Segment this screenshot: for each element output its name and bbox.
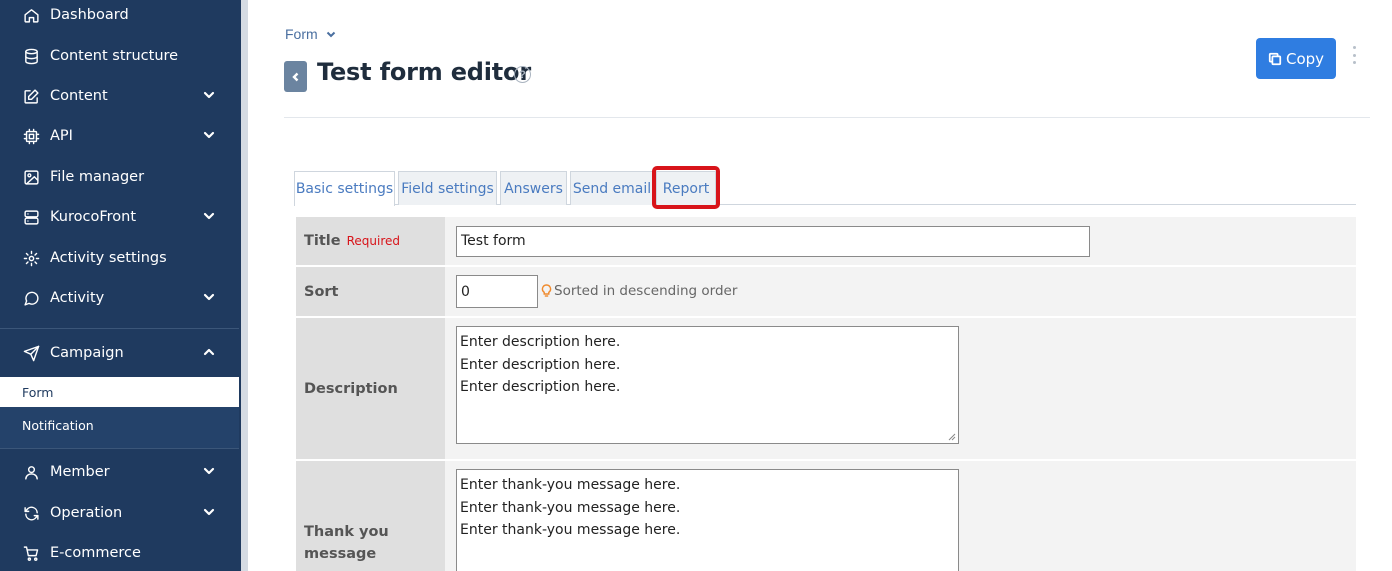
sidebar-item-activity[interactable]: Activity [0, 278, 239, 318]
sidebar-item-api[interactable]: API [0, 116, 239, 156]
description-field-label: Description [296, 318, 445, 459]
tab-report[interactable]: Report [656, 171, 716, 205]
sidebar-item-content[interactable]: Content [0, 76, 239, 116]
help-icon[interactable]: ? [514, 66, 531, 83]
sidebar-item-kurocofront[interactable]: KurocoFront [0, 197, 239, 237]
chevron-down-icon [203, 465, 215, 477]
sidebar-item-label: Content [50, 88, 108, 104]
form-row-title: Title Required Test form [296, 217, 1356, 265]
chevron-down-icon [203, 210, 215, 222]
title-field-label: Title Required [296, 217, 445, 265]
form-row-sort: Sort 0 Sorted in descending order [296, 267, 1356, 316]
copy-icon [1268, 52, 1282, 65]
chevron-down-icon [203, 129, 215, 141]
chevron-left-icon [291, 72, 298, 81]
header-divider [284, 117, 1370, 118]
sidebar-divider [0, 448, 239, 449]
tab-answers[interactable]: Answers [500, 171, 567, 205]
chevron-down-icon [203, 291, 215, 303]
sort-input[interactable]: 0 [456, 275, 538, 308]
description-textarea[interactable]: Enter description here. Enter descriptio… [456, 326, 959, 444]
sidebar-item-dashboard[interactable]: Dashboard [0, 0, 239, 35]
title-label-text: Title [304, 233, 341, 249]
database-icon [22, 47, 40, 65]
sidebar-item-activity-settings[interactable]: Activity settings [0, 238, 239, 278]
required-badge: Required [346, 234, 401, 248]
sidebar-item-label: Content structure [50, 48, 179, 64]
chevron-up-icon [203, 346, 215, 358]
lightbulb-icon [541, 284, 552, 297]
sidebar-divider [0, 328, 239, 329]
sidebar-item-label: Operation [50, 505, 123, 521]
edit-icon [22, 87, 40, 105]
sort-field-label: Sort [296, 267, 445, 316]
tab-basic-settings[interactable]: Basic settings [294, 171, 395, 206]
chevron-down-icon [203, 506, 215, 518]
user-icon [22, 463, 40, 481]
sidebar-item-label: Activity settings [50, 250, 167, 266]
form-row-description: Description Enter description here. Ente… [296, 318, 1356, 459]
tab-field-settings[interactable]: Field settings [398, 171, 497, 205]
sidebar-item-label: API [50, 128, 73, 144]
sidebar-item-label: Campaign [50, 345, 124, 361]
copy-button-label: Copy [1285, 49, 1325, 68]
back-button[interactable] [284, 61, 307, 92]
tab-send-email[interactable]: Send email [570, 171, 654, 205]
sidebar-item-member[interactable]: Member [0, 452, 239, 492]
home-icon [22, 6, 40, 24]
sidebar-subitem-notification[interactable]: Notification [0, 410, 239, 440]
sidebar-subitem-form[interactable]: Form [0, 377, 239, 407]
thank-you-textarea[interactable]: Enter thank-you message here. Enter than… [456, 469, 959, 571]
title-input[interactable]: Test form [456, 226, 1090, 257]
refresh-icon [22, 504, 40, 522]
chip-icon [22, 127, 40, 145]
image-icon [22, 168, 40, 186]
server-icon [22, 208, 40, 226]
chevron-down-icon [326, 31, 335, 38]
chat-icon [22, 289, 40, 307]
chevron-down-icon [203, 89, 215, 101]
send-icon [22, 344, 40, 362]
sidebar-item-ecommerce[interactable]: E-commerce [0, 533, 239, 571]
sidebar-item-label: File manager [50, 169, 145, 185]
sidebar-item-label: Activity [50, 290, 105, 306]
sidebar-item-label: Dashboard [50, 7, 129, 23]
sort-hint: Sorted in descending order [541, 283, 737, 299]
sidebar-item-content-structure[interactable]: Content structure [0, 36, 239, 76]
more-options-icon[interactable] [1350, 46, 1358, 64]
sidebar-item-label: Member [50, 464, 110, 480]
copy-button[interactable]: Copy [1256, 38, 1336, 79]
thank-you-field-label: Thank you message [296, 461, 445, 571]
breadcrumb[interactable]: Form [285, 26, 336, 42]
sidebar-scrollbar[interactable] [239, 0, 248, 571]
sidebar-item-campaign[interactable]: Campaign [0, 333, 239, 373]
gear-icon [22, 249, 40, 267]
sidebar-item-operation[interactable]: Operation [0, 493, 239, 533]
breadcrumb-label: Form [285, 26, 318, 42]
resize-handle-icon[interactable] [948, 433, 956, 441]
sort-hint-text: Sorted in descending order [554, 283, 738, 299]
sidebar-item-label: E-commerce [50, 545, 141, 561]
cart-icon [22, 544, 40, 562]
sidebar-item-label: KurocoFront [50, 209, 137, 225]
sidebar: Dashboard Content structure Content API … [0, 0, 239, 571]
sidebar-item-file-manager[interactable]: File manager [0, 157, 239, 197]
page-title: Test form editor [317, 58, 531, 86]
form-row-thank-you: Thank you message Enter thank-you messag… [296, 461, 1356, 571]
